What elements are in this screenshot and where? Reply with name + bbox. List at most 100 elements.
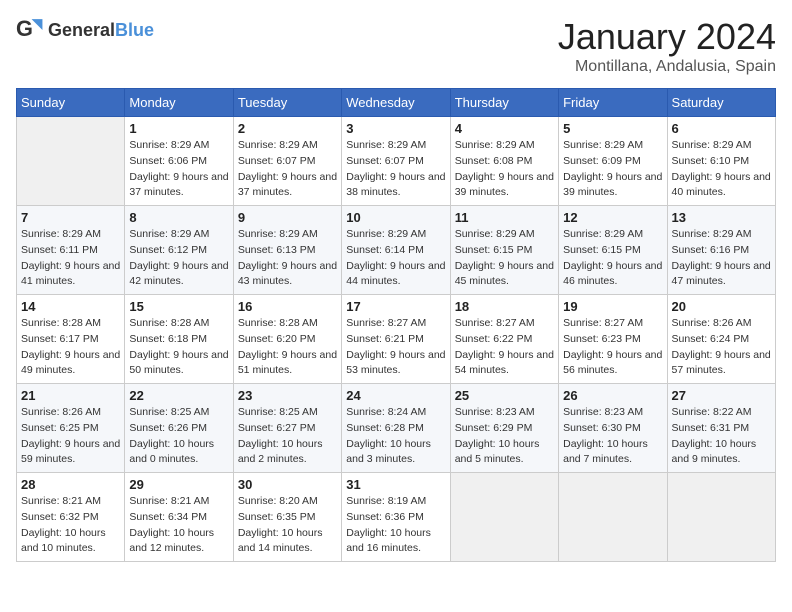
day-number: 13	[672, 210, 771, 225]
day-info: Sunrise: 8:29 AMSunset: 6:07 PMDaylight:…	[238, 138, 337, 201]
calendar-cell: 20 Sunrise: 8:26 AMSunset: 6:24 PMDayligh…	[667, 295, 775, 384]
calendar-cell: 23 Sunrise: 8:25 AMSunset: 6:27 PMDayligh…	[233, 384, 341, 473]
day-number: 21	[21, 388, 120, 403]
calendar-cell: 16Sunrise: 8:28 AMSunset: 6:20 PMDayligh…	[233, 295, 341, 384]
day-number: 19	[563, 299, 662, 314]
day-number: 4	[455, 121, 554, 136]
calendar-cell: 5 Sunrise: 8:29 AMSunset: 6:09 PMDaylight…	[559, 117, 667, 206]
column-header-wednesday: Wednesday	[342, 89, 450, 117]
day-info: Sunrise: 8:20 AMSunset: 6:35 PMDaylight:…	[238, 494, 337, 557]
calendar-week-row: 21 Sunrise: 8:26 AMSunset: 6:25 PMDayligh…	[17, 384, 776, 473]
column-header-saturday: Saturday	[667, 89, 775, 117]
day-number: 27	[672, 388, 771, 403]
day-number: 14	[21, 299, 120, 314]
column-header-tuesday: Tuesday	[233, 89, 341, 117]
day-number: 30	[238, 477, 337, 492]
column-header-friday: Friday	[559, 89, 667, 117]
day-info: Sunrise: 8:27 AMSunset: 6:23 PMDaylight:…	[563, 316, 662, 379]
calendar-cell: 22 Sunrise: 8:25 AMSunset: 6:26 PMDayligh…	[125, 384, 233, 473]
day-info: Sunrise: 8:25 AMSunset: 6:27 PMDaylight:…	[238, 405, 337, 468]
day-number: 22	[129, 388, 228, 403]
calendar-week-row: 1Sunrise: 8:29 AMSunset: 6:06 PMDaylight…	[17, 117, 776, 206]
day-info: Sunrise: 8:29 AMSunset: 6:13 PMDaylight:…	[238, 227, 337, 290]
day-info: Sunrise: 8:29 AMSunset: 6:12 PMDaylight:…	[129, 227, 228, 290]
calendar-cell: 7 Sunrise: 8:29 AMSunset: 6:11 PMDaylight…	[17, 206, 125, 295]
calendar-week-row: 7 Sunrise: 8:29 AMSunset: 6:11 PMDaylight…	[17, 206, 776, 295]
day-number: 7	[21, 210, 120, 225]
day-info: Sunrise: 8:21 AMSunset: 6:32 PMDaylight:…	[21, 494, 120, 557]
calendar-cell: 13Sunrise: 8:29 AMSunset: 6:16 PMDayligh…	[667, 206, 775, 295]
calendar-cell: 26Sunrise: 8:23 AMSunset: 6:30 PMDayligh…	[559, 384, 667, 473]
day-info: Sunrise: 8:27 AMSunset: 6:22 PMDaylight:…	[455, 316, 554, 379]
calendar-cell	[17, 117, 125, 206]
day-number: 28	[21, 477, 120, 492]
calendar-cell: 9Sunrise: 8:29 AMSunset: 6:13 PMDaylight…	[233, 206, 341, 295]
location-title: Montillana, Andalusia, Spain	[558, 58, 776, 76]
calendar-cell: 15Sunrise: 8:28 AMSunset: 6:18 PMDayligh…	[125, 295, 233, 384]
day-info: Sunrise: 8:19 AMSunset: 6:36 PMDaylight:…	[346, 494, 445, 557]
day-info: Sunrise: 8:29 AMSunset: 6:08 PMDaylight:…	[455, 138, 554, 201]
day-number: 18	[455, 299, 554, 314]
day-info: Sunrise: 8:29 AMSunset: 6:11 PMDaylight:…	[21, 227, 120, 290]
day-number: 16	[238, 299, 337, 314]
day-info: Sunrise: 8:23 AMSunset: 6:30 PMDaylight:…	[563, 405, 662, 468]
calendar-cell: 24 Sunrise: 8:24 AMSunset: 6:28 PMDayligh…	[342, 384, 450, 473]
calendar-cell: 18 Sunrise: 8:27 AMSunset: 6:22 PMDayligh…	[450, 295, 558, 384]
calendar-cell: 31 Sunrise: 8:19 AMSunset: 6:36 PMDayligh…	[342, 473, 450, 562]
calendar-cell: 8 Sunrise: 8:29 AMSunset: 6:12 PMDaylight…	[125, 206, 233, 295]
calendar-cell: 11Sunrise: 8:29 AMSunset: 6:15 PMDayligh…	[450, 206, 558, 295]
day-number: 8	[129, 210, 228, 225]
calendar-cell	[450, 473, 558, 562]
day-number: 25	[455, 388, 554, 403]
day-number: 3	[346, 121, 445, 136]
day-number: 23	[238, 388, 337, 403]
day-info: Sunrise: 8:29 AMSunset: 6:15 PMDaylight:…	[563, 227, 662, 290]
day-info: Sunrise: 8:26 AMSunset: 6:24 PMDaylight:…	[672, 316, 771, 379]
logo-blue-text: Blue	[115, 20, 154, 40]
day-info: Sunrise: 8:23 AMSunset: 6:29 PMDaylight:…	[455, 405, 554, 468]
calendar-cell: 29Sunrise: 8:21 AMSunset: 6:34 PMDayligh…	[125, 473, 233, 562]
page-header: G GeneralBlue January 2024 Montillana, A…	[16, 16, 776, 76]
day-info: Sunrise: 8:29 AMSunset: 6:09 PMDaylight:…	[563, 138, 662, 201]
title-area: January 2024 Montillana, Andalusia, Spai…	[558, 16, 776, 76]
day-info: Sunrise: 8:26 AMSunset: 6:25 PMDaylight:…	[21, 405, 120, 468]
day-number: 31	[346, 477, 445, 492]
day-number: 2	[238, 121, 337, 136]
calendar-cell: 3 Sunrise: 8:29 AMSunset: 6:07 PMDaylight…	[342, 117, 450, 206]
day-info: Sunrise: 8:29 AMSunset: 6:07 PMDaylight:…	[346, 138, 445, 201]
calendar-cell: 1Sunrise: 8:29 AMSunset: 6:06 PMDaylight…	[125, 117, 233, 206]
day-info: Sunrise: 8:29 AMSunset: 6:06 PMDaylight:…	[129, 138, 228, 201]
day-info: Sunrise: 8:29 AMSunset: 6:14 PMDaylight:…	[346, 227, 445, 290]
day-number: 15	[129, 299, 228, 314]
day-info: Sunrise: 8:25 AMSunset: 6:26 PMDaylight:…	[129, 405, 228, 468]
column-header-monday: Monday	[125, 89, 233, 117]
calendar-cell: 6 Sunrise: 8:29 AMSunset: 6:10 PMDaylight…	[667, 117, 775, 206]
day-number: 10	[346, 210, 445, 225]
day-info: Sunrise: 8:21 AMSunset: 6:34 PMDaylight:…	[129, 494, 228, 557]
day-info: Sunrise: 8:29 AMSunset: 6:10 PMDaylight:…	[672, 138, 771, 201]
calendar-cell: 14 Sunrise: 8:28 AMSunset: 6:17 PMDayligh…	[17, 295, 125, 384]
day-number: 24	[346, 388, 445, 403]
day-info: Sunrise: 8:22 AMSunset: 6:31 PMDaylight:…	[672, 405, 771, 468]
logo-icon: G	[16, 16, 44, 44]
day-number: 6	[672, 121, 771, 136]
calendar-cell: 27 Sunrise: 8:22 AMSunset: 6:31 PMDayligh…	[667, 384, 775, 473]
day-info: Sunrise: 8:28 AMSunset: 6:17 PMDaylight:…	[21, 316, 120, 379]
calendar-week-row: 14 Sunrise: 8:28 AMSunset: 6:17 PMDayligh…	[17, 295, 776, 384]
day-number: 17	[346, 299, 445, 314]
day-info: Sunrise: 8:27 AMSunset: 6:21 PMDaylight:…	[346, 316, 445, 379]
day-number: 11	[455, 210, 554, 225]
day-number: 5	[563, 121, 662, 136]
calendar-cell: 21 Sunrise: 8:26 AMSunset: 6:25 PMDayligh…	[17, 384, 125, 473]
calendar-cell: 19 Sunrise: 8:27 AMSunset: 6:23 PMDayligh…	[559, 295, 667, 384]
logo: G GeneralBlue	[16, 16, 154, 44]
calendar-cell: 12Sunrise: 8:29 AMSunset: 6:15 PMDayligh…	[559, 206, 667, 295]
svg-text:G: G	[16, 16, 33, 41]
calendar-cell: 30 Sunrise: 8:20 AMSunset: 6:35 PMDayligh…	[233, 473, 341, 562]
column-header-thursday: Thursday	[450, 89, 558, 117]
calendar-cell: 2 Sunrise: 8:29 AMSunset: 6:07 PMDaylight…	[233, 117, 341, 206]
day-number: 20	[672, 299, 771, 314]
day-info: Sunrise: 8:24 AMSunset: 6:28 PMDaylight:…	[346, 405, 445, 468]
logo-general-text: General	[48, 20, 115, 40]
column-header-sunday: Sunday	[17, 89, 125, 117]
